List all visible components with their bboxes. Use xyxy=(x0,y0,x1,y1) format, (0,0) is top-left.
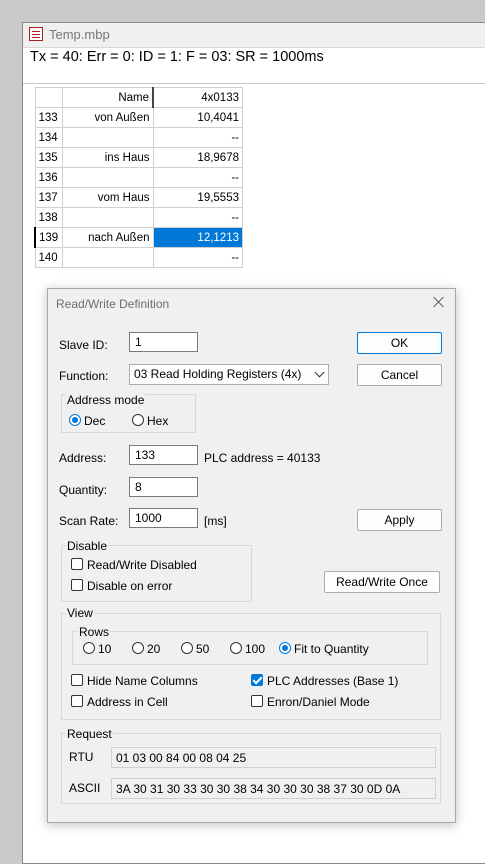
row-number: 135 xyxy=(34,147,63,168)
ok-button[interactable]: OK xyxy=(357,332,442,354)
function-label: Function: xyxy=(59,369,109,383)
slave-id-label: Slave ID: xyxy=(59,338,108,352)
table-row[interactable]: 139 nach Außen 12,1213 xyxy=(34,227,243,248)
table-row[interactable]: 137 vom Haus 19,5553 xyxy=(34,187,243,208)
disable-on-error-label[interactable]: Disable on error xyxy=(87,579,172,593)
name-cell[interactable] xyxy=(62,247,154,268)
dec-label[interactable]: Dec xyxy=(84,414,105,428)
read-write-disabled-checkbox[interactable] xyxy=(71,558,83,570)
function-select[interactable]: 03 Read Holding Registers (4x) xyxy=(129,364,329,385)
table-header-row: Name 4x0133 xyxy=(34,87,243,108)
rows-50-radio[interactable] xyxy=(181,642,193,654)
name-cell[interactable]: nach Außen xyxy=(62,227,154,248)
request-title: Request xyxy=(66,727,113,741)
value-column-header[interactable]: 4x0133 xyxy=(152,87,243,108)
hide-name-columns-label[interactable]: Hide Name Columns xyxy=(87,674,198,688)
value-cell[interactable]: -- xyxy=(152,247,243,268)
address-input[interactable]: 133 xyxy=(129,445,198,465)
table-row[interactable]: 136 -- xyxy=(34,167,243,188)
address-in-cell-checkbox[interactable] xyxy=(71,695,83,707)
row-number: 134 xyxy=(34,127,63,148)
rtu-request-field[interactable]: 01 03 00 84 00 08 04 25 xyxy=(111,747,436,768)
table-row[interactable]: 133 von Außen 10,4041 xyxy=(34,107,243,128)
register-table: Name 4x0133 133 von Außen 10,4041 134 --… xyxy=(34,87,243,268)
row-number: 133 xyxy=(34,107,63,128)
value-cell[interactable]: -- xyxy=(152,207,243,228)
plc-addresses-label[interactable]: PLC Addresses (Base 1) xyxy=(267,674,398,688)
row-number: 140 xyxy=(34,247,63,268)
value-cell[interactable]: 18,9678 xyxy=(152,147,243,168)
table-row[interactable]: 134 -- xyxy=(34,127,243,148)
rows-20-radio[interactable] xyxy=(132,642,144,654)
row-number: 137 xyxy=(34,187,63,208)
scan-rate-unit: [ms] xyxy=(204,514,227,528)
rows-10-label[interactable]: 10 xyxy=(98,642,111,656)
rows-50-label[interactable]: 50 xyxy=(196,642,209,656)
rows-100-radio[interactable] xyxy=(230,642,242,654)
hex-label[interactable]: Hex xyxy=(147,414,168,428)
hex-radio[interactable] xyxy=(132,414,144,426)
quantity-input[interactable]: 8 xyxy=(129,477,198,497)
ascii-request-field[interactable]: 3A 30 31 30 33 30 30 38 34 30 30 30 38 3… xyxy=(111,778,436,799)
read-write-definition-dialog: Read/Write Definition Slave ID: 1 Functi… xyxy=(47,288,456,823)
name-cell[interactable] xyxy=(62,207,154,228)
slave-id-input[interactable]: 1 xyxy=(129,332,198,352)
chevron-down-icon xyxy=(314,367,325,378)
address-label: Address: xyxy=(59,451,107,465)
enron-daniel-checkbox[interactable] xyxy=(251,695,263,707)
status-line: Tx = 40: Err = 0: ID = 1: F = 03: SR = 1… xyxy=(30,49,324,65)
quantity-label: Quantity: xyxy=(59,483,108,497)
disable-on-error-checkbox[interactable] xyxy=(71,579,83,591)
table-row[interactable]: 138 -- xyxy=(34,207,243,228)
row-number: 136 xyxy=(34,167,63,188)
rows-10-radio[interactable] xyxy=(83,642,95,654)
ascii-label: ASCII xyxy=(69,781,101,795)
cancel-button[interactable]: Cancel xyxy=(357,364,442,386)
document-titlebar[interactable]: Temp.mbp xyxy=(23,23,485,48)
read-write-disabled-label[interactable]: Read/Write Disabled xyxy=(87,558,197,572)
corner-cell xyxy=(34,87,63,108)
divider xyxy=(23,83,485,84)
disable-group xyxy=(61,545,252,602)
hide-name-columns-checkbox[interactable] xyxy=(71,674,83,686)
value-cell[interactable]: 19,5553 xyxy=(152,187,243,208)
plc-addresses-checkbox[interactable] xyxy=(251,674,263,686)
disable-title: Disable xyxy=(66,539,109,553)
view-title: View xyxy=(66,606,94,620)
read-write-once-button[interactable]: Read/Write Once xyxy=(324,571,440,593)
rows-fit-label[interactable]: Fit to Quantity xyxy=(294,642,369,656)
plc-address-text: PLC address = 40133 xyxy=(204,451,321,465)
rows-title: Rows xyxy=(78,625,111,639)
dec-radio[interactable] xyxy=(69,414,81,426)
table-row[interactable]: 135 ins Haus 18,9678 xyxy=(34,147,243,168)
row-number: 138 xyxy=(34,207,63,228)
table-row[interactable]: 140 -- xyxy=(34,247,243,268)
document-title: Temp.mbp xyxy=(49,27,110,42)
value-cell-selected[interactable]: 12,1213 xyxy=(152,227,243,248)
enron-daniel-label[interactable]: Enron/Daniel Mode xyxy=(267,695,370,709)
value-cell[interactable]: 10,4041 xyxy=(152,107,243,128)
apply-button[interactable]: Apply xyxy=(357,509,442,531)
rows-100-label[interactable]: 100 xyxy=(245,642,265,656)
name-cell[interactable] xyxy=(62,127,154,148)
address-mode-title: Address mode xyxy=(66,393,146,407)
function-select-value: 03 Read Holding Registers (4x) xyxy=(134,367,302,381)
name-cell[interactable]: vom Haus xyxy=(62,187,154,208)
value-cell[interactable]: -- xyxy=(152,127,243,148)
rows-fit-radio[interactable] xyxy=(279,642,291,654)
close-icon[interactable] xyxy=(431,294,447,310)
name-cell[interactable]: von Außen xyxy=(62,107,154,128)
scan-rate-input[interactable]: 1000 xyxy=(129,508,198,528)
document-icon xyxy=(29,27,43,41)
address-in-cell-label[interactable]: Address in Cell xyxy=(87,695,168,709)
rows-20-label[interactable]: 20 xyxy=(147,642,160,656)
dialog-title: Read/Write Definition xyxy=(56,297,170,311)
name-cell[interactable]: ins Haus xyxy=(62,147,154,168)
scan-rate-label: Scan Rate: xyxy=(59,514,119,528)
row-number: 139 xyxy=(34,227,63,248)
rtu-label: RTU xyxy=(69,750,94,764)
name-column-header[interactable]: Name xyxy=(62,87,154,108)
name-cell[interactable] xyxy=(62,167,154,188)
value-cell[interactable]: -- xyxy=(152,167,243,188)
